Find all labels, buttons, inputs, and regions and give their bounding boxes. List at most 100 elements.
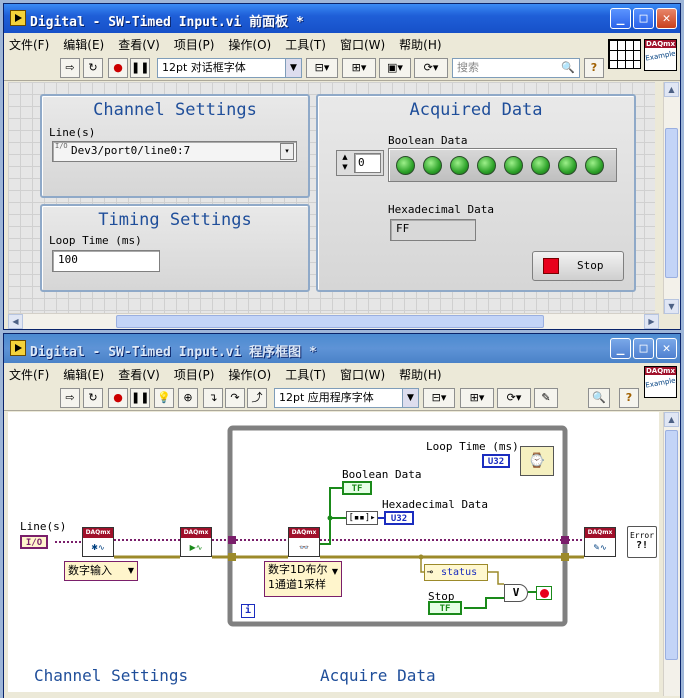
- menu-window[interactable]: 窗口(W): [335, 33, 390, 53]
- menu-window[interactable]: 窗口(W): [335, 363, 390, 383]
- menu-project[interactable]: 项目(P): [169, 363, 220, 383]
- boolean-data-terminal[interactable]: TF: [342, 481, 372, 495]
- abort-icon[interactable]: ●: [108, 388, 128, 408]
- abort-icon[interactable]: ●: [108, 58, 128, 78]
- help-icon[interactable]: ?: [584, 58, 604, 78]
- run-arrow-icon[interactable]: ⇨: [60, 58, 80, 78]
- menu-edit[interactable]: 编辑(E): [58, 33, 109, 53]
- front-horizontal-scrollbar[interactable]: ◀ ▶: [8, 313, 659, 329]
- distribute-objects-icon[interactable]: ⊞▾: [342, 58, 376, 78]
- loop-condition-icon[interactable]: [536, 586, 552, 600]
- array-index-stepper[interactable]: ▲ ▼ 0: [336, 150, 384, 176]
- led-2: [450, 156, 469, 175]
- close-button[interactable]: ✕: [656, 8, 677, 29]
- scroll-right-icon[interactable]: ▶: [644, 314, 659, 329]
- menu-view[interactable]: 查看(V): [113, 33, 165, 53]
- horizontal-scroll-thumb[interactable]: [116, 315, 544, 328]
- maximize-button[interactable]: □: [633, 338, 654, 359]
- menu-view[interactable]: 查看(V): [113, 363, 165, 383]
- read-polymorphic-selector[interactable]: 数字1D布尔 1通道1采样 ▼: [264, 561, 342, 597]
- menu-tools[interactable]: 工具(T): [280, 363, 331, 383]
- connector-pane-icon: [608, 39, 641, 69]
- scroll-up-icon[interactable]: ▲: [664, 412, 679, 427]
- step-over-icon[interactable]: ↷: [225, 388, 245, 408]
- retain-wire-values-icon[interactable]: ⊕: [178, 388, 198, 408]
- create-channel-polymorphic-selector[interactable]: 数字输入 ▼: [64, 561, 138, 581]
- block-diagram-titlebar[interactable]: Digital - SW-Timed Input.vi 程序框图 * _ □ ✕: [4, 334, 680, 363]
- reorder-icon[interactable]: ⟳▾: [414, 58, 448, 78]
- stop-button[interactable]: Stop: [532, 251, 624, 281]
- array-index-value[interactable]: 0: [354, 153, 381, 173]
- start-task-icon: ▶∿: [189, 543, 203, 552]
- io-constant[interactable]: I/O: [20, 535, 48, 549]
- led-7: [585, 156, 604, 175]
- daqmx-clear-task-node[interactable]: DAQmx ✎∿: [584, 527, 616, 557]
- pause-icon[interactable]: ❚❚: [130, 388, 150, 408]
- error-tunnel-right: [561, 553, 569, 561]
- front-panel-titlebar[interactable]: Digital - SW-Timed Input.vi 前面板 * _ □ ✕: [4, 4, 680, 33]
- led-0: [396, 156, 415, 175]
- lines-control[interactable]: I/O Dev3/port0/line0:7: [52, 141, 297, 162]
- font-selector[interactable]: 12pt 应用程序字体 ▼: [274, 388, 419, 408]
- maximize-button[interactable]: □: [633, 8, 654, 29]
- minimize-button[interactable]: _: [610, 338, 631, 359]
- run-continuously-icon[interactable]: ↻: [83, 388, 103, 408]
- menu-help[interactable]: 帮助(H): [394, 33, 446, 53]
- help-icon[interactable]: ?: [619, 388, 639, 408]
- resize-objects-icon[interactable]: ▣▾: [379, 58, 411, 78]
- distribute-objects-icon[interactable]: ⊞▾: [460, 388, 494, 408]
- daqmx-start-task-node[interactable]: DAQmx ▶∿: [180, 527, 212, 557]
- reorder-icon[interactable]: ⟳▾: [497, 388, 531, 408]
- menu-help[interactable]: 帮助(H): [394, 363, 446, 383]
- highlight-execution-icon[interactable]: 💡: [154, 388, 174, 408]
- menu-file[interactable]: 文件(F): [4, 363, 54, 383]
- daqmx-create-channel-node[interactable]: DAQmx ✱∿: [82, 527, 114, 557]
- search-icon[interactable]: 🔍: [588, 388, 610, 408]
- clean-up-diagram-icon[interactable]: ✎: [534, 388, 558, 408]
- minimize-button[interactable]: _: [610, 8, 631, 29]
- front-vertical-scrollbar[interactable]: ▲ ▼: [663, 82, 680, 314]
- channel-settings-cluster: Channel Settings Line(s) I/O Dev3/port0/…: [40, 94, 310, 198]
- loop-time-input[interactable]: 100: [52, 250, 160, 272]
- loop-time-terminal[interactable]: U32: [482, 454, 510, 468]
- block-vertical-scrollbar[interactable]: ▲: [663, 412, 680, 696]
- run-arrow-icon[interactable]: ⇨: [60, 388, 80, 408]
- run-continuously-icon[interactable]: ↻: [83, 58, 103, 78]
- or-function-node[interactable]: V: [504, 584, 528, 602]
- step-out-icon[interactable]: ⤴: [247, 388, 267, 408]
- scroll-left-icon[interactable]: ◀: [8, 314, 23, 329]
- lines-browse-button[interactable]: ▾: [280, 143, 294, 160]
- led-6: [558, 156, 577, 175]
- step-into-icon[interactable]: ↴: [203, 388, 223, 408]
- menu-tools[interactable]: 工具(T): [280, 33, 331, 53]
- front-panel-title: Digital - SW-Timed Input.vi 前面板 *: [30, 15, 304, 30]
- read-icon: 👓: [299, 543, 309, 552]
- font-selector[interactable]: 12pt 对话框字体 ▼: [157, 58, 302, 78]
- task-tunnel-left: [228, 536, 236, 544]
- menu-file[interactable]: 文件(F): [4, 33, 54, 53]
- scroll-up-icon[interactable]: ▲: [664, 82, 679, 97]
- align-objects-icon[interactable]: ⊟▾: [306, 58, 338, 78]
- scroll-down-icon[interactable]: ▼: [664, 299, 679, 314]
- menu-edit[interactable]: 编辑(E): [58, 363, 109, 383]
- unbundle-status-node[interactable]: ⊸ status: [424, 564, 488, 581]
- menu-operate[interactable]: 操作(O): [223, 33, 276, 53]
- vertical-scroll-thumb[interactable]: [665, 430, 678, 660]
- hexadecimal-data-terminal[interactable]: U32: [384, 511, 414, 525]
- wait-ms-icon[interactable]: ⌚: [520, 446, 554, 476]
- align-objects-icon[interactable]: ⊟▾: [423, 388, 455, 408]
- daqmx-read-node[interactable]: DAQmx 👓: [288, 527, 320, 557]
- stepper-down-icon[interactable]: ▼: [339, 163, 351, 173]
- boolean-array-to-number-node[interactable]: [▪▪]▸: [346, 511, 378, 525]
- vertical-scroll-thumb[interactable]: [665, 128, 678, 278]
- menu-project[interactable]: 项目(P): [169, 33, 220, 53]
- close-button[interactable]: ✕: [656, 338, 677, 359]
- stop-terminal[interactable]: TF: [428, 601, 462, 615]
- vi-icon-daqmx: DAQmx Example: [644, 366, 677, 398]
- simple-error-handler-node[interactable]: Error?!: [627, 526, 657, 558]
- magnifier-icon[interactable]: 🔍: [561, 59, 575, 77]
- menu-operate[interactable]: 操作(O): [223, 363, 276, 383]
- pause-icon[interactable]: ❚❚: [130, 58, 150, 78]
- stepper-up-icon[interactable]: ▲: [339, 153, 351, 163]
- search-input[interactable]: 搜索 🔍: [452, 58, 580, 78]
